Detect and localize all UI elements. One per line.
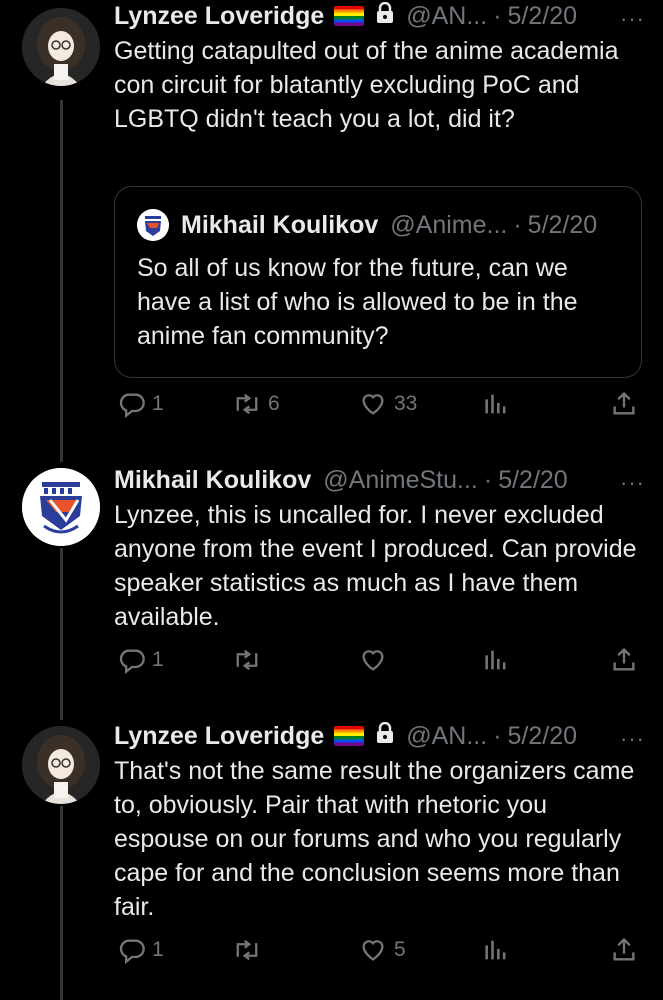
reply-icon	[119, 939, 145, 964]
tweet[interactable]: Mikhail Koulikov @AnimeStu... · 5/2/20 ·…	[0, 462, 663, 712]
like-icon	[362, 394, 384, 415]
tweet-actions: 1 6 33	[114, 390, 644, 426]
tweet-actions: 1	[114, 646, 644, 682]
like-button[interactable]	[358, 646, 394, 674]
avatar[interactable]	[22, 726, 100, 804]
author-handle[interactable]: @AN...	[406, 2, 487, 31]
more-icon[interactable]: ···	[620, 470, 645, 496]
views-button[interactable]	[482, 646, 510, 674]
tweet-text: Lynzee, this is uncalled for. I never ex…	[114, 501, 637, 631]
retweet-count: 6	[268, 392, 280, 415]
like-count: 33	[394, 392, 418, 415]
views-button[interactable]	[482, 936, 510, 964]
views-button[interactable]	[482, 390, 510, 418]
avatar[interactable]	[22, 8, 100, 86]
separator-dot: ·	[483, 465, 493, 494]
views-icon	[485, 650, 506, 670]
quoted-tweet[interactable]: Mikhail Koulikov @Anime... · 5/2/20 So a…	[114, 186, 642, 378]
author-name[interactable]: Lynzee Loveridge	[114, 722, 324, 751]
tweet-actions: 1 5	[114, 936, 644, 972]
quote-author-handle: @Anime...	[390, 210, 508, 239]
separator-dot: ·	[493, 1, 502, 30]
like-count: 5	[394, 938, 406, 961]
rainbow-flag-icon	[334, 726, 365, 746]
lock-icon	[376, 721, 394, 751]
author-name[interactable]: Mikhail Koulikov	[114, 466, 311, 495]
retweet-icon	[236, 939, 258, 961]
like-icon	[362, 650, 384, 671]
author-handle[interactable]: @AN...	[406, 722, 487, 751]
tweet-text: That's not the same result the organizer…	[114, 757, 635, 921]
retweet-icon	[236, 393, 258, 415]
retweet-icon	[236, 649, 258, 671]
share-icon	[613, 937, 635, 961]
like-icon	[362, 940, 384, 961]
like-button[interactable]: 33	[358, 390, 417, 418]
tweet[interactable]: Lynzee Loveridge @AN... · 5/2/20 ··· Tha…	[0, 720, 663, 1000]
reply-button[interactable]: 1	[118, 390, 164, 418]
tweet[interactable]: Lynzee Loveridge @AN... · 5/2/20 ··· Get…	[0, 0, 663, 450]
quote-text: So all of us know for the future, can we…	[137, 254, 578, 350]
quote-avatar	[137, 209, 169, 241]
views-icon	[485, 394, 506, 414]
reply-icon	[119, 393, 145, 418]
reply-icon	[119, 649, 145, 674]
share-icon	[613, 391, 635, 415]
rainbow-flag-icon	[334, 6, 365, 26]
like-button[interactable]: 5	[358, 936, 406, 964]
retweet-button[interactable]	[232, 646, 268, 674]
reply-count: 1	[152, 392, 164, 415]
share-icon	[613, 647, 635, 671]
share-button[interactable]	[610, 936, 638, 964]
reply-count: 1	[152, 648, 164, 671]
retweet-button[interactable]: 6	[232, 390, 280, 418]
views-icon	[485, 940, 506, 960]
tweet-text: Getting catapulted out of the anime acad…	[114, 37, 619, 133]
author-handle[interactable]: @AnimeStu...	[323, 466, 478, 495]
reply-button[interactable]: 1	[118, 646, 164, 674]
separator-dot: ·	[493, 721, 502, 750]
lock-icon	[376, 1, 394, 31]
avatar[interactable]	[22, 468, 100, 546]
tweet-date[interactable]: 5/2/20	[508, 722, 578, 751]
reply-count: 1	[152, 938, 164, 961]
tweet-date[interactable]: 5/2/20	[508, 2, 578, 31]
share-button[interactable]	[610, 390, 638, 418]
quote-author-name: Mikhail Koulikov	[181, 210, 379, 239]
share-button[interactable]	[610, 646, 638, 674]
retweet-button[interactable]	[232, 936, 268, 964]
tweet-date[interactable]: 5/2/20	[498, 466, 568, 495]
more-icon[interactable]: ···	[620, 6, 645, 32]
reply-button[interactable]: 1	[118, 936, 164, 964]
author-name[interactable]: Lynzee Loveridge	[114, 2, 324, 31]
quote-date: 5/2/20	[527, 210, 598, 239]
separator-dot: ·	[513, 210, 522, 239]
more-icon[interactable]: ···	[620, 726, 645, 752]
